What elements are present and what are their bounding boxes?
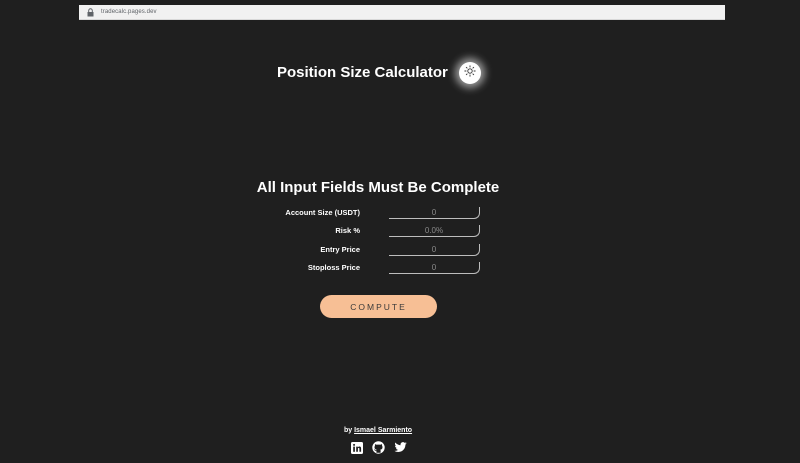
risk-input[interactable] [389,225,480,237]
entry-price-input[interactable] [389,244,480,256]
compute-button[interactable]: COMPUTE [320,295,437,318]
author-link[interactable]: Ismael Sarmiento [354,427,412,434]
page: tradecalc.pages.dev Position Size Calcul… [0,0,800,463]
stoploss-price-input[interactable] [389,262,480,274]
github-icon[interactable] [372,441,385,454]
form-heading: All Input Fields Must Be Complete [256,179,500,196]
footer-by-prefix: by [343,427,353,434]
lock-icon [87,7,94,17]
sun-icon [464,64,476,82]
footer-credit: by Ismael Sarmiento [0,427,756,434]
page-title: Position Size Calculator [277,64,448,81]
linkedin-icon[interactable] [350,441,363,454]
theme-toggle-button[interactable] [459,62,481,84]
risk-label: Risk % [335,226,360,235]
entry-price-label: Entry Price [320,245,360,254]
twitter-icon[interactable] [394,441,407,454]
account-size-label: Account Size (USDT) [285,208,360,217]
stoploss-price-row: Stoploss Price [0,262,800,276]
entry-price-row: Entry Price [0,244,800,258]
browser-address-bar[interactable]: tradecalc.pages.dev [79,5,725,20]
account-size-input[interactable] [389,207,480,219]
account-size-row: Account Size (USDT) [0,207,800,221]
risk-row: Risk % [0,225,800,239]
stoploss-price-label: Stoploss Price [307,263,360,272]
address-url: tradecalc.pages.dev [101,9,157,15]
